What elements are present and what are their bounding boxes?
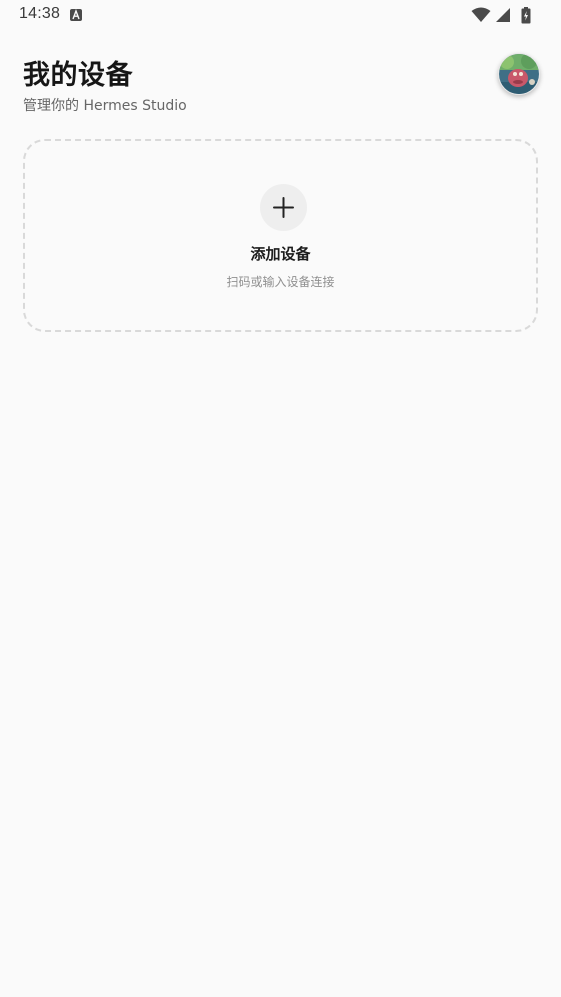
avatar-image: [499, 54, 539, 94]
add-device-hint: 扫码或输入设备连接: [226, 275, 335, 289]
status-icons: [471, 6, 531, 24]
cell-signal-icon: [495, 7, 511, 23]
battery-charging-icon: [521, 6, 531, 24]
status-time: 14:38: [19, 5, 61, 22]
status-bar: 14:38: [0, 0, 561, 30]
device-list-screen: 14:38 我的设备 管理你的 Hermes Studio 添加设备 扫码或输入…: [0, 0, 561, 997]
plus-icon: [260, 184, 307, 231]
page-title: 我的设备: [23, 60, 133, 91]
add-device-label: 添加设备: [250, 245, 311, 263]
page-subtitle: 管理你的 Hermes Studio: [23, 98, 187, 114]
add-device-card[interactable]: 添加设备 扫码或输入设备连接: [23, 139, 538, 332]
wifi-icon: [471, 7, 491, 23]
a-notification-icon: [70, 9, 82, 21]
avatar[interactable]: [498, 53, 540, 95]
